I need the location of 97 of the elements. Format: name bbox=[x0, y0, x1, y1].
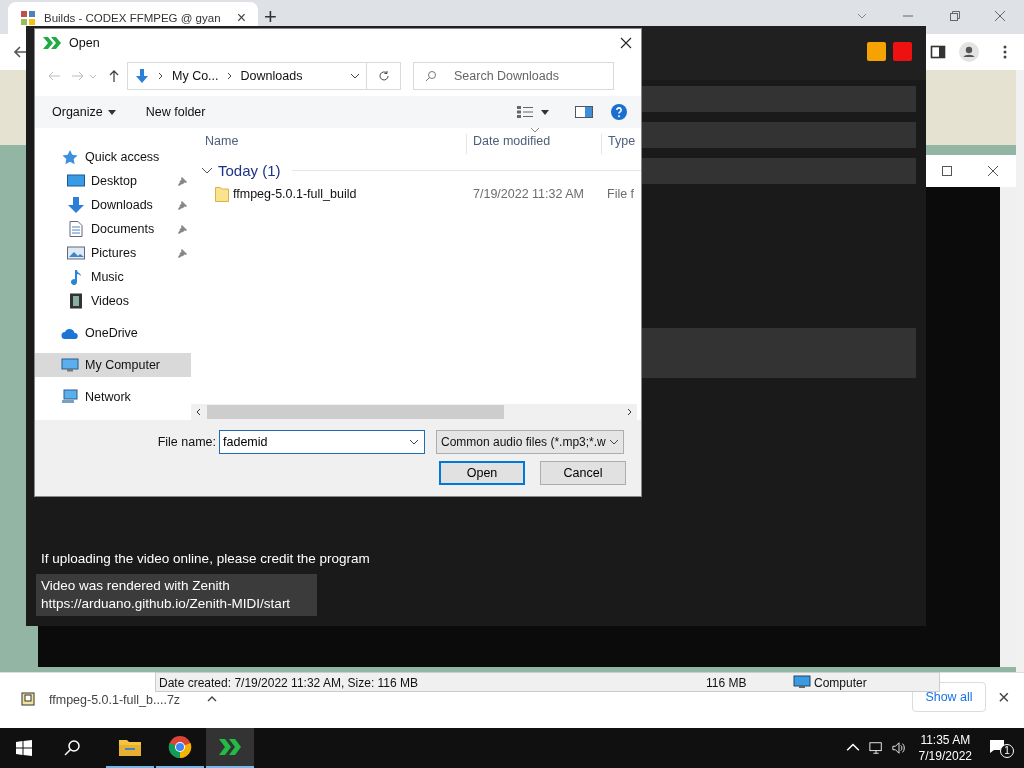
profile-icon[interactable] bbox=[959, 42, 979, 62]
nav-item[interactable]: Music bbox=[35, 265, 191, 289]
close-icon[interactable] bbox=[987, 165, 999, 177]
folder-icon bbox=[215, 186, 229, 202]
side-panel-icon[interactable] bbox=[930, 44, 946, 60]
file-name-label: File name: bbox=[156, 435, 217, 449]
restore-icon[interactable] bbox=[949, 10, 961, 22]
browser-icon bbox=[168, 735, 192, 759]
nav-item[interactable]: Pictures bbox=[35, 241, 191, 265]
caret-icon[interactable] bbox=[107, 109, 116, 115]
file-date: 7/19/2022 11:32 AM bbox=[473, 187, 584, 201]
dialog-title: Open bbox=[69, 35, 101, 50]
nav-item[interactable]: Network bbox=[35, 385, 191, 409]
caret-icon[interactable] bbox=[541, 109, 549, 115]
column-header[interactable]: Date modified bbox=[466, 134, 551, 154]
volume-icon[interactable] bbox=[891, 741, 906, 755]
dropdown-icon bbox=[409, 439, 419, 445]
cancel-button[interactable]: Cancel bbox=[540, 461, 626, 485]
star-icon bbox=[61, 149, 79, 165]
scroll-right-icon[interactable] bbox=[627, 408, 633, 416]
help-icon[interactable] bbox=[611, 104, 627, 120]
scroll-left-icon[interactable] bbox=[195, 408, 201, 416]
new-tab-button[interactable]: + bbox=[264, 4, 277, 30]
nav-item[interactable]: Quick access bbox=[35, 145, 191, 169]
view-icon[interactable] bbox=[517, 106, 533, 118]
search-icon[interactable] bbox=[64, 740, 80, 756]
favicon-icon bbox=[20, 10, 36, 26]
tab-title: Builds - CODEX FFMPEG @ gyan bbox=[44, 12, 222, 24]
nav-item[interactable]: Documents bbox=[35, 217, 191, 241]
open-button[interactable]: Open bbox=[439, 461, 525, 485]
network-icon[interactable] bbox=[868, 741, 883, 755]
pin-icon[interactable] bbox=[178, 224, 188, 234]
organize-menu[interactable]: Organize bbox=[52, 105, 103, 119]
back-icon[interactable] bbox=[12, 44, 28, 60]
computer-icon bbox=[793, 675, 811, 689]
zenith-taskbar-button[interactable] bbox=[206, 728, 254, 768]
clock-date[interactable]: 7/19/2022 bbox=[918, 748, 972, 764]
menu-icon[interactable] bbox=[1003, 44, 1007, 60]
breadcrumb-item[interactable]: My Co... bbox=[172, 69, 219, 83]
network-icon bbox=[61, 389, 79, 405]
credit-line: https://arduano.github.io/Zenith-MIDI/start bbox=[41, 595, 292, 613]
file-name[interactable]: ffmpeg-5.0.1-full_build bbox=[233, 187, 357, 201]
preview-pane-icon[interactable] bbox=[575, 106, 593, 118]
file-name-field[interactable]: fademid bbox=[219, 430, 425, 454]
pin-icon[interactable] bbox=[178, 248, 188, 258]
new-folder-button[interactable]: New folder bbox=[145, 105, 206, 119]
dropdown-icon bbox=[609, 439, 619, 445]
column-header[interactable]: Type bbox=[601, 134, 636, 154]
archive-icon bbox=[20, 691, 36, 707]
refresh-icon bbox=[377, 70, 390, 82]
group-header[interactable]: Today (1) bbox=[218, 161, 281, 179]
dropdown-icon[interactable] bbox=[350, 73, 360, 79]
computer-icon bbox=[61, 357, 79, 373]
pin-icon[interactable] bbox=[178, 176, 188, 186]
tab-close-button[interactable]: × bbox=[236, 9, 246, 27]
nav-item[interactable]: Downloads bbox=[35, 193, 191, 217]
desktop-icon bbox=[67, 173, 85, 189]
address-bar[interactable]: My Co... Downloads bbox=[127, 62, 367, 90]
chevron-icon bbox=[158, 72, 164, 80]
vertical-scrollbar[interactable] bbox=[1000, 187, 1016, 667]
file-type-dropdown[interactable]: Common audio files (*.mp3;*.w bbox=[436, 430, 624, 454]
credit-notice: If uploading the video online, please credit the program bbox=[41, 551, 370, 566]
file-type: File f bbox=[607, 187, 635, 201]
maximize-icon[interactable] bbox=[941, 165, 953, 177]
close-download-bar-button[interactable]: × bbox=[998, 686, 1010, 709]
start-icon[interactable] bbox=[16, 740, 32, 756]
status-text: Date created: 7/19/2022 11:32 AM, Size: 116 MB bbox=[159, 676, 419, 690]
chevron-icon bbox=[226, 72, 233, 80]
sort-caret-icon bbox=[531, 128, 539, 132]
search-icon bbox=[425, 70, 437, 82]
close-icon[interactable] bbox=[620, 36, 632, 49]
column-header[interactable]: Name bbox=[196, 134, 239, 154]
up-icon[interactable] bbox=[107, 69, 121, 83]
horizontal-scrollbar[interactable] bbox=[191, 404, 637, 420]
status-size: 116 MB bbox=[706, 676, 747, 690]
videos-icon bbox=[67, 293, 85, 309]
scroll-thumb[interactable] bbox=[207, 405, 504, 419]
app-icon bbox=[43, 36, 61, 49]
download-icon bbox=[67, 197, 85, 213]
page-scrollbar[interactable] bbox=[1016, 70, 1024, 672]
notification-count: 1 bbox=[1000, 744, 1014, 758]
status-location: Computer bbox=[814, 676, 867, 690]
nav-item[interactable]: My Computer bbox=[35, 353, 191, 377]
refresh-button[interactable] bbox=[367, 62, 401, 90]
pin-icon[interactable] bbox=[178, 200, 188, 210]
document-icon bbox=[67, 221, 85, 237]
pictures-icon bbox=[67, 245, 85, 261]
credit-line: Video was rendered with Zenith bbox=[41, 577, 231, 595]
download-icon bbox=[134, 68, 150, 84]
breadcrumb-item[interactable]: Downloads bbox=[240, 69, 303, 83]
notification-button[interactable]: 1 bbox=[986, 736, 1014, 760]
download-file-name[interactable]: ffmpeg-5.0.1-full_b....7z bbox=[49, 693, 181, 707]
clock-time[interactable]: 11:35 AM bbox=[920, 732, 971, 748]
nav-item[interactable]: Desktop bbox=[35, 169, 191, 193]
nav-item[interactable]: Videos bbox=[35, 289, 191, 313]
search-field[interactable]: Search Downloads bbox=[413, 62, 614, 90]
nav-item[interactable]: OneDrive bbox=[35, 321, 191, 345]
